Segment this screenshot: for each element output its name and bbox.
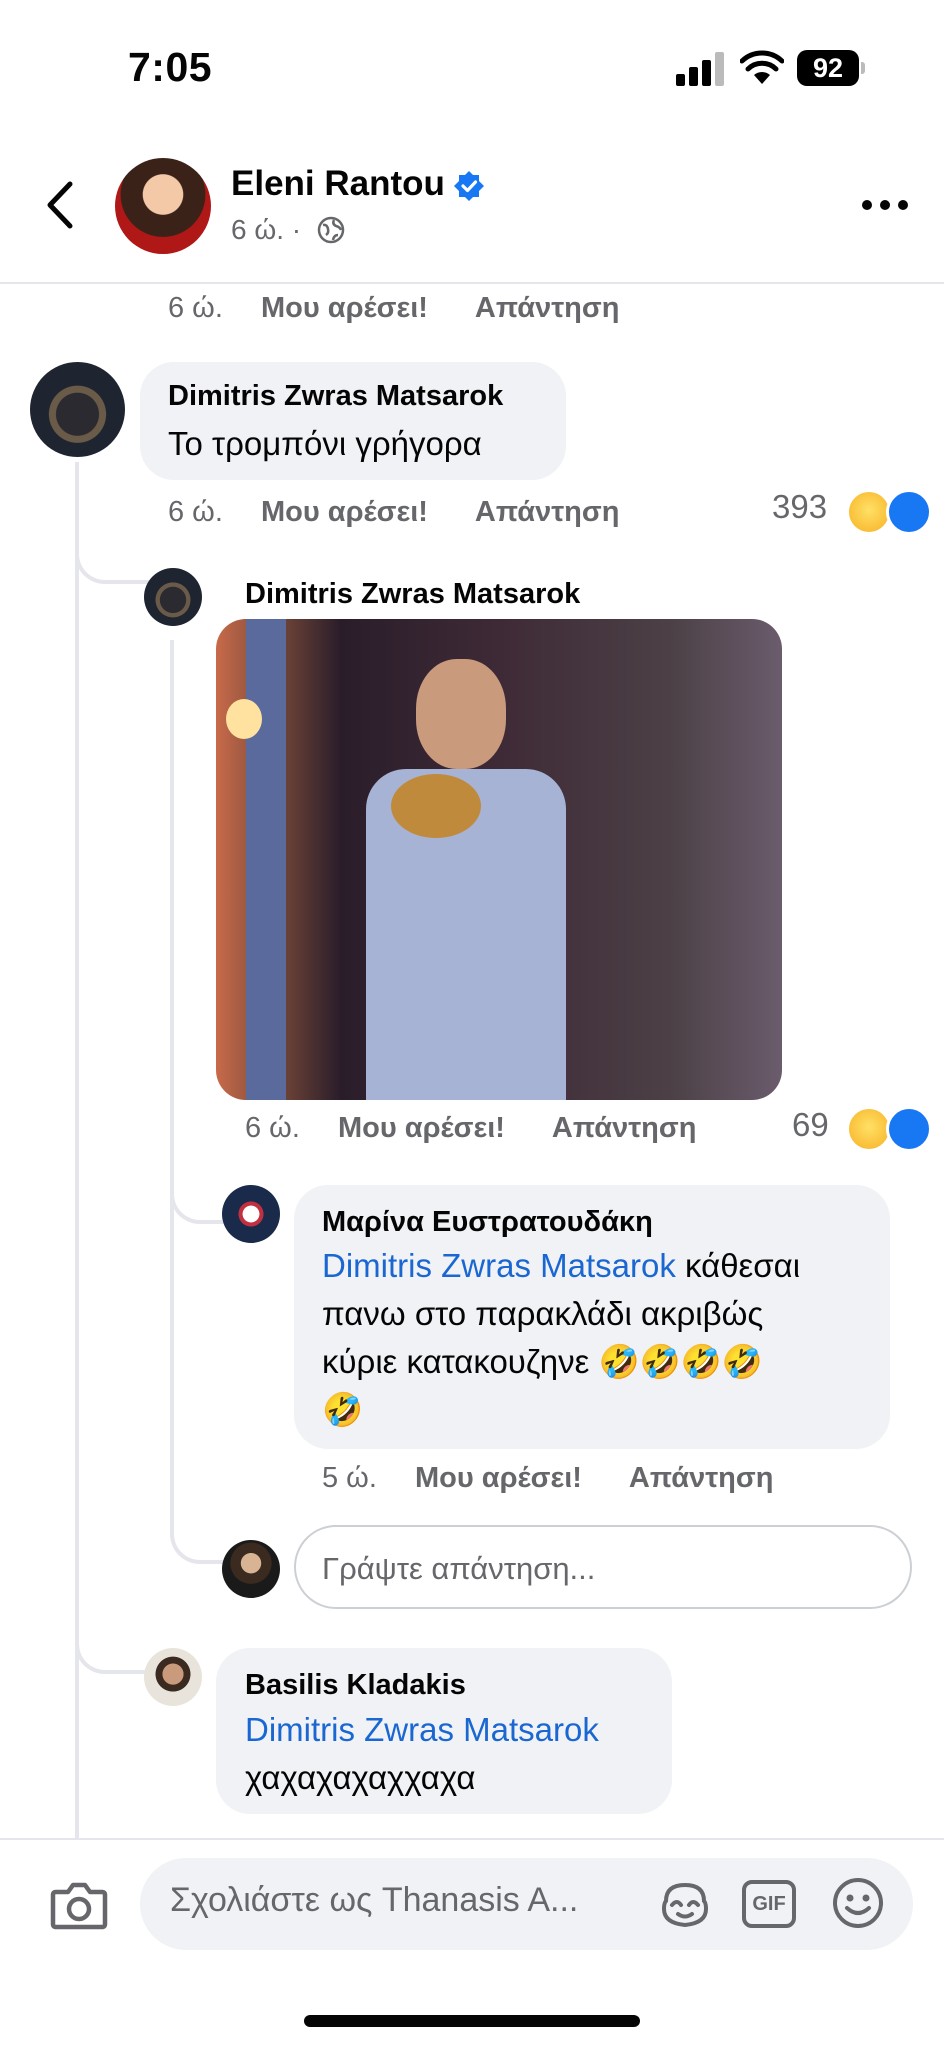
photo-trombone-bell — [391, 774, 481, 838]
post-meta: 6 ώ. · — [231, 214, 302, 245]
comment-time: 6 ώ. — [168, 292, 223, 324]
author-avatar[interactable] — [115, 158, 211, 254]
avatar[interactable] — [222, 1185, 280, 1243]
photo-pillar — [246, 619, 286, 1100]
like-reaction-icon — [886, 489, 932, 535]
cellular-signal-icon — [676, 52, 724, 86]
photo-face — [416, 659, 506, 769]
reply-input[interactable]: Γράψτε απάντηση... — [294, 1525, 912, 1609]
verified-badge-icon — [454, 171, 484, 201]
composer-placeholder[interactable]: Σχολιάστε ως Thanasis A... — [170, 1881, 578, 1920]
commenter-name[interactable]: Dimitris Zwras Matsarok — [245, 578, 580, 611]
photo-lamp — [226, 699, 262, 739]
back-chevron-icon[interactable] — [40, 180, 80, 230]
avatar[interactable] — [144, 1648, 202, 1706]
comment-text-line: κάθεσαι — [675, 1247, 801, 1284]
emoji-icon[interactable] — [831, 1876, 885, 1930]
comment-photo[interactable] — [216, 619, 782, 1100]
comment-actions: 6 ώ. Μου αρέσει! Απάντηση — [168, 496, 619, 529]
comment-text: χαχαχαχαχχαχα — [245, 1759, 476, 1796]
battery-cap — [861, 62, 865, 74]
comment-time: 6 ώ. — [245, 1112, 300, 1144]
current-user-avatar — [222, 1540, 280, 1598]
author-name[interactable]: Eleni Rantou — [231, 164, 445, 204]
thread-branch — [75, 540, 149, 584]
mention-link[interactable]: Dimitris Zwras Matsarok — [322, 1247, 676, 1284]
mention-link[interactable]: Dimitris Zwras Matsarok — [245, 1706, 599, 1754]
home-indicator — [304, 2015, 640, 2027]
comment-text-line: 🤣 — [322, 1391, 364, 1428]
globe-icon — [317, 216, 345, 244]
like-button[interactable]: Μου αρέσει! — [415, 1462, 582, 1494]
comment-time: 6 ώ. — [168, 496, 223, 528]
thread-branch — [75, 1630, 149, 1674]
reaction-count[interactable]: 69 — [792, 1106, 829, 1144]
camera-icon[interactable] — [50, 1880, 108, 1930]
comment-actions: 6 ώ. Μου αρέσει! Απάντηση — [245, 1112, 696, 1145]
reply-button[interactable]: Απάντηση — [475, 496, 620, 528]
reply-button[interactable]: Απάντηση — [552, 1112, 697, 1144]
reaction-count[interactable]: 393 — [772, 488, 827, 526]
wifi-icon — [740, 50, 784, 84]
battery-indicator: 92 — [797, 50, 859, 86]
like-button[interactable]: Μου αρέσει! — [261, 292, 428, 324]
comment-actions: 5 ώ. Μου αρέσει! Απάντηση — [322, 1462, 773, 1495]
reply-button[interactable]: Απάντηση — [629, 1462, 774, 1494]
thread-branch — [170, 1180, 226, 1224]
comment-text: Dimitris Zwras Matsarok κάθεσαι πανω στο… — [322, 1242, 882, 1434]
comment-actions: 6 ώ. Μου αρέσει! Απάντηση — [168, 292, 619, 325]
commenter-name[interactable]: Dimitris Zwras Matsarok — [168, 380, 503, 413]
avatar[interactable] — [144, 568, 202, 626]
like-button[interactable]: Μου αρέσει! — [338, 1112, 505, 1144]
like-reaction-icon — [886, 1106, 932, 1152]
commenter-name[interactable]: Basilis Kladakis — [245, 1669, 466, 1702]
comment-text-line: πανω στο παρακλάδι ακριβώς — [322, 1295, 764, 1332]
commenter-name[interactable]: Μαρίνα Ευστρατουδάκη — [322, 1206, 653, 1239]
comment-text: Το τρομπόνι γρήγορα — [168, 425, 482, 462]
header-divider — [0, 282, 944, 284]
thread-branch — [170, 1520, 226, 1564]
avatar[interactable] — [30, 362, 125, 457]
comment-text-line: κύριε κατακουζηνε 🤣🤣🤣🤣 — [322, 1343, 763, 1380]
like-button[interactable]: Μου αρέσει! — [261, 496, 428, 528]
gif-icon[interactable]: GIF — [742, 1880, 796, 1928]
status-time: 7:05 — [128, 44, 213, 90]
thread-line — [170, 640, 174, 1520]
more-icon[interactable] — [862, 200, 908, 212]
reply-button[interactable]: Απάντηση — [475, 292, 620, 324]
comment-time: 5 ώ. — [322, 1462, 377, 1494]
avatar-sticker-icon[interactable] — [658, 1877, 712, 1931]
